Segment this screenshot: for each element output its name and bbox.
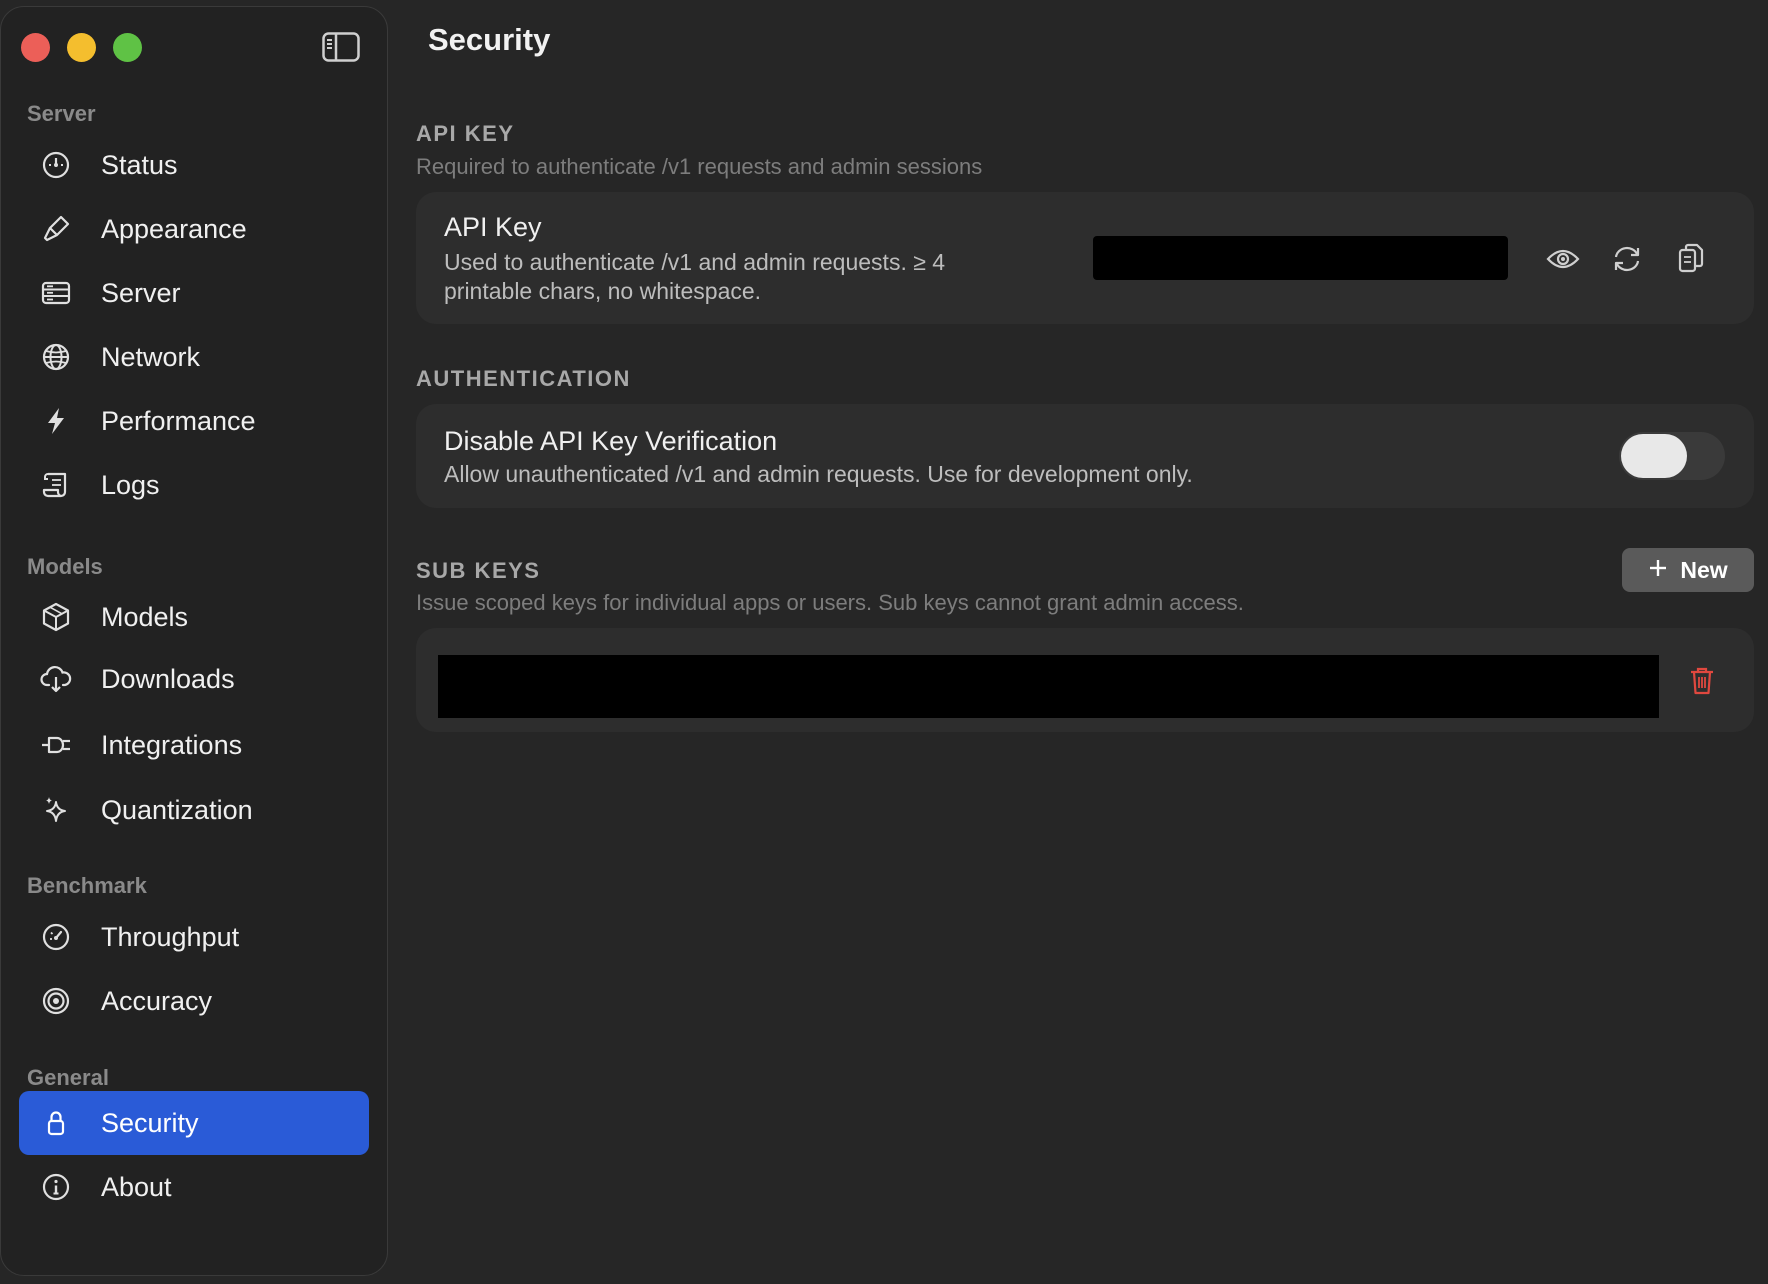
api-key-row-subtitle-line1: Used to authenticate /v1 and admin reque… — [444, 249, 946, 275]
sidebar-item-label: Status — [101, 149, 178, 180]
close-window-button[interactable] — [21, 33, 50, 62]
eye-icon[interactable] — [1542, 238, 1584, 280]
sidebar-item-about[interactable]: About — [19, 1155, 369, 1219]
sidebar-item-label: Integrations — [101, 729, 243, 760]
sidebar-item-label: Models — [101, 601, 189, 632]
sidebar-item-security[interactable]: Security — [19, 1091, 369, 1155]
window-controls — [21, 33, 142, 62]
sparkles-icon — [39, 793, 73, 827]
sidebar-toggle-icon[interactable] — [321, 31, 361, 63]
new-sub-key-button[interactable]: New — [1622, 548, 1754, 592]
sidebar-item-quantization[interactable]: Quantization — [19, 778, 369, 842]
sidebar-item-network[interactable]: Network — [19, 325, 369, 389]
speedometer-icon — [39, 920, 73, 954]
sidebar-item-status[interactable]: Status — [19, 133, 369, 197]
app-window: Server Status Appearance Server Network — [0, 0, 1768, 1284]
plug-icon — [39, 728, 73, 762]
sub-key-row — [438, 655, 1659, 718]
sidebar-item-downloads[interactable]: Downloads — [19, 647, 369, 711]
main-content: Security API KEY Required to authenticat… — [388, 0, 1768, 1284]
sidebar-item-label: Appearance — [101, 213, 247, 244]
api-key-field[interactable] — [1093, 236, 1508, 280]
target-icon — [39, 984, 73, 1018]
scroll-icon — [39, 468, 73, 502]
sidebar-section-models: Models — [27, 554, 103, 579]
sidebar-item-label: Downloads — [101, 663, 235, 694]
sidebar-item-label: Accuracy — [101, 985, 213, 1016]
globe-icon — [39, 340, 73, 374]
authentication-section-header: AUTHENTICATION — [416, 366, 631, 391]
new-button-label: New — [1680, 556, 1728, 583]
sidebar-item-models[interactable]: Models — [19, 585, 369, 649]
sub-keys-section-header: SUB KEYS — [416, 558, 541, 583]
copy-icon[interactable] — [1670, 238, 1712, 280]
sub-keys-card — [416, 628, 1754, 732]
sidebar-item-label: About — [101, 1171, 172, 1202]
page-title: Security — [428, 22, 551, 57]
sidebar-item-performance[interactable]: Performance — [19, 389, 369, 453]
sidebar-item-label: Logs — [101, 469, 160, 500]
sidebar-section-server: Server — [27, 101, 96, 126]
bolt-icon — [39, 404, 73, 438]
sidebar-item-integrations[interactable]: Integrations — [19, 713, 369, 777]
sub-keys-section-description: Issue scoped keys for individual apps or… — [416, 590, 1244, 615]
sidebar-item-server[interactable]: Server — [19, 261, 369, 325]
sidebar-item-logs[interactable]: Logs — [19, 453, 369, 517]
cloud-download-icon — [39, 662, 73, 696]
api-key-row-title: API Key — [444, 212, 542, 242]
regenerate-icon[interactable] — [1606, 238, 1648, 280]
sidebar-item-label: Server — [101, 277, 181, 308]
minimize-window-button[interactable] — [67, 33, 96, 62]
toggle-knob — [1621, 434, 1687, 478]
api-key-section-description: Required to authenticate /v1 requests an… — [416, 154, 983, 179]
sidebar-item-label: Network — [101, 341, 201, 372]
api-key-row-subtitle-line2: printable chars, no whitespace. — [444, 278, 762, 304]
disable-verification-toggle[interactable] — [1619, 432, 1725, 480]
sidebar-section-benchmark: Benchmark — [27, 873, 147, 898]
sidebar-item-accuracy[interactable]: Accuracy — [19, 969, 369, 1033]
disable-verification-subtitle: Allow unauthenticated /v1 and admin requ… — [444, 461, 1193, 487]
disable-verification-title: Disable API Key Verification — [444, 426, 778, 456]
paintbrush-icon — [39, 212, 73, 246]
sidebar: Server Status Appearance Server Network — [0, 6, 388, 1276]
sidebar-section-general: General — [27, 1065, 109, 1090]
api-key-section-header: API KEY — [416, 121, 515, 146]
lock-icon — [39, 1106, 73, 1140]
trash-icon[interactable] — [1681, 660, 1723, 702]
api-key-card: API Key Used to authenticate /v1 and adm… — [416, 192, 1754, 324]
sidebar-item-label: Quantization — [101, 794, 253, 825]
sidebar-item-throughput[interactable]: Throughput — [19, 905, 369, 969]
plus-icon — [1648, 558, 1668, 583]
sidebar-item-label: Performance — [101, 405, 256, 436]
cube-icon — [39, 600, 73, 634]
sidebar-item-appearance[interactable]: Appearance — [19, 197, 369, 261]
sidebar-item-label: Throughput — [101, 921, 240, 952]
gauge-icon — [39, 148, 73, 182]
sidebar-item-label: Security — [101, 1107, 199, 1138]
authentication-card: Disable API Key Verification Allow unaut… — [416, 404, 1754, 508]
server-rack-icon — [39, 276, 73, 310]
info-icon — [39, 1170, 73, 1204]
zoom-window-button[interactable] — [113, 33, 142, 62]
